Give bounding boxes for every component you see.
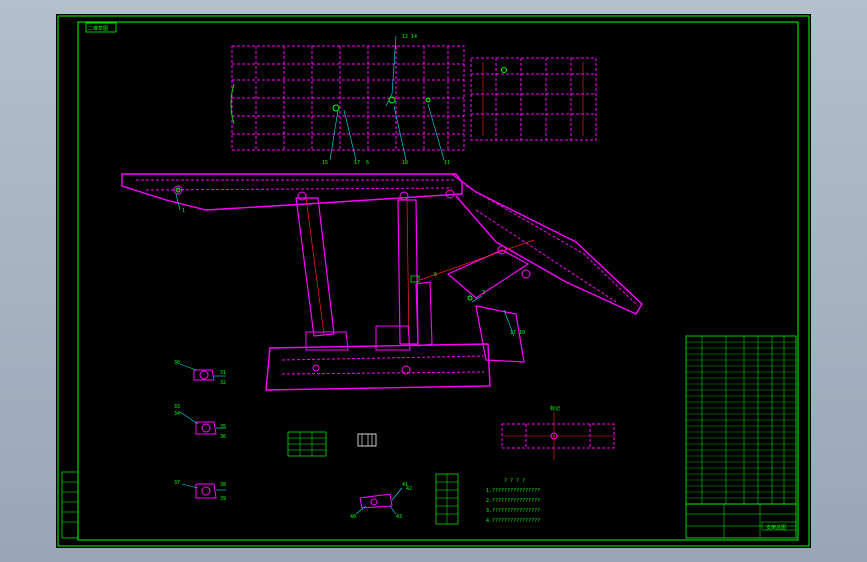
detail-view-2[interactable] (179, 411, 226, 435)
note-1: 1.???????????????? (486, 488, 540, 494)
drawing-sheet[interactable]: 二维草图 12 14 15 17 6 18 11 1 17 10 3 6 30 … (56, 14, 811, 548)
mini-bom-table[interactable] (435, 473, 459, 525)
top-label-e: 18 (402, 160, 408, 166)
side-label-mid: 3 (482, 290, 485, 296)
revision-strip[interactable] (61, 471, 79, 539)
cad-viewport[interactable]: 二维草图 12 14 15 17 6 18 11 1 17 10 3 6 30 … (0, 0, 867, 562)
top-right-view[interactable] (470, 57, 597, 141)
small-parameter-table[interactable] (287, 431, 327, 457)
detail-1-label-a: 30 (174, 360, 180, 366)
title-block-name: 支架总图 (766, 524, 786, 531)
section-revision-label: 标记 (550, 405, 560, 412)
bracket-label-c: 42 (406, 486, 412, 492)
top-label-d: 6 (366, 160, 369, 166)
clamp-detail-view[interactable] (357, 433, 377, 447)
top-label-c: 17 (354, 160, 360, 166)
detail-2-label-a: 33 (174, 404, 180, 410)
detail-3-label-b: 38 (220, 482, 226, 488)
drawing-frame (77, 21, 799, 541)
side-label-left: 1 (182, 208, 185, 214)
detail-1-label-c: 32 (220, 380, 226, 386)
top-label-a: 12 14 (402, 34, 417, 40)
bill-of-materials[interactable] (685, 335, 797, 505)
title-block[interactable]: 支架总图 (685, 503, 797, 539)
bracket-label-d: 43 (396, 514, 402, 520)
detail-2-label-c: 35 (220, 424, 226, 430)
note-4: 4.???????????????? (486, 518, 540, 524)
bracket-label-a: 40 (350, 514, 356, 520)
top-label-b: 15 (322, 160, 328, 166)
bracket-detail-view[interactable] (355, 487, 403, 515)
detail-1-label-b: 31 (220, 370, 226, 376)
section-view-right[interactable] (501, 412, 615, 460)
top-label-f: 11 (444, 160, 450, 166)
side-label-mid2: 6 (434, 272, 437, 278)
notes-title: ? ? ? ? (504, 478, 525, 484)
title-tab: 二维草图 (88, 25, 108, 32)
detail-2-label-b: 34 (174, 411, 180, 417)
note-2: 2.???????????????? (486, 498, 540, 504)
side-label-right-low: 17 10 (510, 330, 525, 336)
detail-2-label-d: 36 (220, 434, 226, 440)
detail-3-label-c: 39 (220, 496, 226, 502)
note-3: 3.???????????????? (486, 508, 540, 514)
side-elevation-view[interactable] (121, 173, 643, 391)
detail-3-label-a: 37 (174, 480, 180, 486)
drawing-canvas[interactable]: 二维草图 12 14 15 17 6 18 11 1 17 10 3 6 30 … (56, 14, 811, 548)
sheet-border (57, 15, 810, 547)
